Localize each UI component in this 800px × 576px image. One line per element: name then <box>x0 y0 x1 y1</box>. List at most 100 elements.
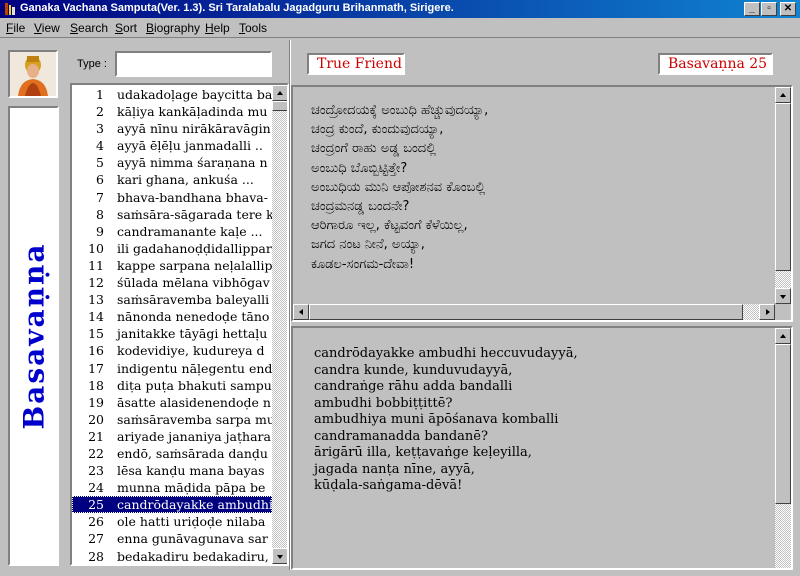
list-item-number: 5 <box>96 155 104 171</box>
list-item[interactable]: 22 endō, saṁsārada danḍu <box>72 445 272 462</box>
transliteration-line: ambudhi bobbiṭṭittē? <box>314 395 453 411</box>
list-item[interactable]: 4 ayyā ēḷēḷu janmadalli .. <box>72 137 272 154</box>
list-item-number: 16 <box>88 343 104 359</box>
minimize-icon: _ <box>749 3 755 14</box>
translit-scroll-thumb[interactable] <box>775 344 791 504</box>
list-item[interactable]: 7 bhava-bandhana bhava- <box>72 189 272 206</box>
transliteration-line: ārigārū illa, keṭṭavaṅge keḷeyilla, <box>314 445 532 460</box>
arrow-down-icon <box>780 295 786 299</box>
list-item[interactable]: 19 āsatte alasidenendoḍe n <box>72 394 272 411</box>
list-item[interactable]: 10 ili gadahanoḍḍidallippar <box>72 240 272 257</box>
list-item-text: saṁsāravemba baleyalli <box>117 292 270 308</box>
list-item[interactable]: 25 candrōdayakke ambudhi <box>72 496 272 514</box>
kannada-line: ಕೂಡಲ-ಸಂಗಮ-ದೇವಾ! <box>311 256 415 272</box>
list-item-text: ayyā nīnu nirākāravāgin <box>117 121 271 137</box>
menu-sort[interactable]: Sort <box>115 21 137 35</box>
list-item[interactable]: 9 candramanante kaḷe ... <box>72 223 272 240</box>
restore-icon: ▫ <box>767 3 771 14</box>
list-item[interactable]: 18 diṭa puṭa bhakuti sampu <box>72 377 272 394</box>
kannada-scroll-up-button[interactable] <box>775 87 791 103</box>
list-item-text: kāḷiya kankāḷadinda mu <box>117 104 268 120</box>
list-scroll-up-button[interactable] <box>272 85 287 101</box>
list-item-number: 23 <box>88 463 104 479</box>
list-item[interactable]: 8 saṁsāra-sāgarada tere k <box>72 206 272 223</box>
minimize-button[interactable]: _ <box>744 2 760 16</box>
list-item[interactable]: 6 kari ghana, ankuśa ... <box>72 171 272 188</box>
translit-vertical-scrollbar[interactable] <box>775 328 791 568</box>
menu-view[interactable]: View <box>34 21 60 35</box>
list-item[interactable]: 12 śūlada mēlana vibhōgav <box>72 274 272 291</box>
kannada-hscroll-thumb[interactable] <box>309 304 743 320</box>
list-item[interactable]: 26 ole hatti uriḍoḍe nilaba <box>72 513 272 530</box>
transliteration-line: jagada nanṭa nīne, ayyā, <box>314 461 475 477</box>
list-item-text: udakadoḷage baycitta ba <box>117 87 272 102</box>
list-item[interactable]: 13 saṁsāravemba baleyalli <box>72 291 272 308</box>
menu-tools[interactable]: Tools <box>239 21 267 35</box>
transliteration-line: candraṅge rāhu adda bandalli <box>314 379 513 394</box>
list-item[interactable]: 14 nānonda nenedoḍe tāno <box>72 308 272 325</box>
kannada-line: ಚಂದ್ರ ಕುಂದೆ, ಕುಂದುವುದಯ್ಯಾ, <box>311 122 444 138</box>
list-scroll-down-button[interactable] <box>272 548 287 564</box>
restore-button[interactable]: ▫ <box>761 2 777 16</box>
list-item-text: bedakadiru bedakadiru, <box>117 548 269 564</box>
list-item[interactable]: 28 bedakadiru bedakadiru, <box>72 548 272 564</box>
kannada-scroll-right-button[interactable] <box>759 304 775 320</box>
list-item-text: enna gunāvagunava sar <box>117 531 268 547</box>
menu-file[interactable]: File <box>6 21 25 35</box>
list-scroll-thumb[interactable] <box>272 101 287 111</box>
kannada-line: ಆರಿಗಾರೂ ಇಲ್ಲ, ಕೆಟ್ಟವಂಗೆ ಕೆಳೆಯಿಲ್ಲ, <box>311 218 468 234</box>
list-item-number: 20 <box>88 411 104 427</box>
list-item[interactable]: 2 kāḷiya kankāḷadinda mu <box>72 103 272 120</box>
list-item-text: āsatte alasidenendoḍe n <box>117 394 271 410</box>
window-title: Ganaka Vachana Samputa(Ver. 1.3). Sri Ta… <box>20 2 454 14</box>
list-item-text: diṭa puṭa bhakuti sampu <box>117 377 272 393</box>
list-item-text: endō, saṁsārada danḍu <box>117 445 268 461</box>
list-item-text: bhava-bandhana bhava- <box>117 189 268 205</box>
list-item-number: 11 <box>88 257 104 273</box>
list-item-text: indigentu nāḷegentu end <box>117 360 272 376</box>
kannada-line: ಅಂಬುಧಿ ಬೊಬ್ಬಿಟ್ಟಿತ್ತೇ? <box>311 160 408 176</box>
list-item-number: 1 <box>96 87 104 102</box>
kannada-scroll-left-button[interactable] <box>293 304 309 320</box>
menu-search[interactable]: Search <box>70 21 108 35</box>
kannada-vertical-scrollbar[interactable] <box>775 87 791 304</box>
search-input[interactable] <box>115 51 272 77</box>
arrow-up-icon <box>277 91 283 95</box>
list-item[interactable]: 27 enna gunāvagunava sar <box>72 530 272 547</box>
menu-help[interactable]: Help <box>205 21 230 35</box>
close-button[interactable]: ✕ <box>780 2 796 16</box>
list-item-text: candramanante kaḷe ... <box>117 223 263 239</box>
list-item[interactable]: 29 enna cittavu attiya hanı <box>72 565 272 566</box>
kannada-scroll-down-button[interactable] <box>775 288 791 304</box>
list-item[interactable]: 11 kappe sarpana neḷalallip <box>72 257 272 274</box>
list-item-number: 10 <box>88 240 104 256</box>
list-item-number: 8 <box>96 206 104 222</box>
author-portrait <box>8 50 58 98</box>
list-item-number: 24 <box>88 480 104 496</box>
kannada-text-panel[interactable]: ಚಂದ್ರೋದಯಕ್ಕೆ ಅಂಬುಧಿ ಹೆಚ್ಚುವುದಯ್ಯಾ, ಚಂದ್ರ … <box>291 85 793 322</box>
kannada-line: ಜಗದ ನಂಟ ನೀನೆ, ಅಯ್ಯಾ, <box>311 237 425 253</box>
list-item[interactable]: 15 janitakke tāyāgi hettaḷu <box>72 325 272 342</box>
arrow-down-icon <box>277 555 283 559</box>
list-item[interactable]: 21 ariyade jananiya jaṭhara <box>72 428 272 445</box>
list-item-text: ayyā nimma śaraṇana n <box>117 155 268 171</box>
list-item[interactable]: 1 udakadoḷage baycitta ba <box>72 86 272 103</box>
list-item[interactable]: 23 lēsa kanḍu mana bayas <box>72 462 272 479</box>
list-item[interactable]: 20 saṁsāravemba sarpa mu <box>72 411 272 428</box>
kannada-horizontal-scrollbar[interactable] <box>293 304 775 320</box>
list-item[interactable]: 3 ayyā nīnu nirākāravāgin <box>72 120 272 137</box>
list-vertical-scrollbar[interactable] <box>272 85 287 564</box>
vachana-list-rows: 1 udakadoḷage baycitta ba 2 kāḷiya kankāḷad… <box>72 86 272 566</box>
list-item[interactable]: 16 kodevidiye, kudureya d <box>72 342 272 359</box>
translit-scroll-up-button[interactable] <box>775 328 791 344</box>
list-item-text: janitakke tāyāgi hettaḷu <box>117 326 268 342</box>
list-item[interactable]: 5 ayyā nimma śaraṇana n <box>72 154 272 171</box>
list-item[interactable]: 17 indigentu nāḷegentu end <box>72 360 272 377</box>
transliteration-panel[interactable]: candrōdayakke ambudhi heccuvudayyā, candr… <box>291 326 793 570</box>
list-item-text: lēsa kanḍu mana bayas <box>117 463 265 479</box>
transliteration-verse: candrōdayakke ambudhi heccuvudayyā, candr… <box>314 346 578 495</box>
menu-biography[interactable]: Biography <box>146 21 200 35</box>
list-item-number: 25 <box>88 497 104 513</box>
list-item[interactable]: 24 munna māḍida pāpa be <box>72 479 272 496</box>
kannada-scroll-thumb[interactable] <box>775 103 791 271</box>
